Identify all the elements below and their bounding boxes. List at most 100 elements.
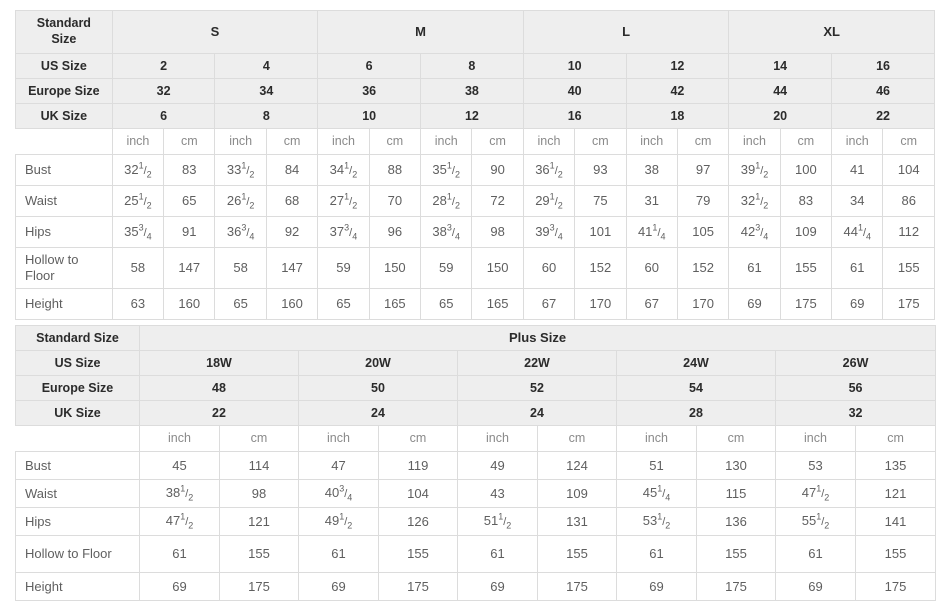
unit-inch-0: inch	[139, 425, 220, 452]
cell-europe-2: 52	[457, 375, 617, 401]
cell-europe-4: 56	[774, 375, 937, 401]
measure-cell-waist-10: 31	[625, 185, 678, 217]
size-group-l: L	[522, 10, 730, 54]
unit-cm-7: cm	[696, 425, 776, 452]
measure-cell-waist-6: 451/4	[616, 479, 697, 508]
measure-cell-bust-1: 114	[219, 451, 299, 480]
measure-cell-bust-15: 104	[882, 154, 935, 186]
measure-cell-hips-15: 112	[882, 216, 935, 248]
unit-inch-14: inch	[831, 128, 884, 155]
unit-inch-4: inch	[317, 128, 370, 155]
cell-uk-1: 24	[298, 400, 458, 426]
measure-cell-hips-9: 101	[574, 216, 627, 248]
cell-us-4: 26W	[774, 350, 937, 376]
measure-cell-bust-13: 100	[779, 154, 833, 186]
measure-cell-waist-11: 79	[676, 185, 730, 217]
unit-cm-3: cm	[265, 128, 319, 155]
measure-cell-hollow-to-floor-9: 155	[854, 535, 937, 573]
header-row-us: US Size 18W 20W 22W 24W 26W	[15, 350, 937, 376]
measure-cell-hollow-to-floor-8: 60	[522, 247, 576, 289]
measure-cell-hips-3: 92	[265, 216, 319, 248]
unit-cm-13: cm	[779, 128, 833, 155]
corner-label: Standard Size	[15, 10, 113, 54]
measure-cell-hips-5: 96	[368, 216, 422, 248]
measure-cell-bust-4: 341/2	[317, 154, 370, 186]
cell-europe-7: 46	[831, 78, 935, 104]
unit-inch-8: inch	[522, 128, 576, 155]
cell-us-2: 22W	[457, 350, 617, 376]
cell-uk-3: 28	[616, 400, 776, 426]
cell-us-0: 2	[111, 53, 216, 79]
cell-europe-2: 36	[317, 78, 422, 104]
measure-cell-hollow-to-floor-7: 155	[696, 535, 776, 573]
cell-uk-3: 12	[420, 103, 524, 129]
corner-label: Standard Size	[15, 325, 140, 351]
measure-cell-hips-0: 353/4	[111, 216, 165, 248]
table-row: Waist 381/2 98 403/4 104 43 109 451/4 115 471/2 12…	[15, 479, 937, 508]
measure-cell-bust-4: 49	[457, 451, 538, 480]
measure-cell-waist-1: 98	[219, 479, 299, 508]
measure-cell-bust-2: 331/2	[214, 154, 267, 186]
measure-cell-hips-10: 411/4	[625, 216, 678, 248]
unit-cm-9: cm	[854, 425, 937, 452]
measure-cell-waist-15: 86	[882, 185, 935, 217]
measure-cell-bust-6: 51	[616, 451, 697, 480]
cell-europe-3: 54	[616, 375, 776, 401]
measure-cell-height-11: 170	[676, 288, 730, 320]
measure-cell-height-8: 67	[522, 288, 576, 320]
table-row: Hips 353/4 91 363/4 92 373/4 96 383/4 98 393/4 101…	[15, 216, 935, 248]
measure-cell-hollow-to-floor-1: 155	[219, 535, 299, 573]
measure-cell-bust-8: 361/2	[522, 154, 576, 186]
unit-inch-4: inch	[457, 425, 538, 452]
size-chart-root: Standard Size S M L XL US Size 2 4 6 8 10 12 14 16 Euro…	[15, 10, 937, 601]
measure-cell-height-7: 165	[471, 288, 524, 320]
cell-europe-3: 38	[420, 78, 524, 104]
unit-inch-2: inch	[214, 128, 267, 155]
size-group-m: M	[317, 10, 524, 54]
measure-cell-hollow-to-floor-10: 60	[625, 247, 678, 289]
measure-cell-bust-9: 135	[854, 451, 937, 480]
measure-label-height: Height	[15, 288, 113, 320]
measure-cell-height-12: 69	[728, 288, 781, 320]
measure-cell-height-14: 69	[831, 288, 884, 320]
measure-cell-hips-5: 131	[537, 507, 617, 536]
measure-cell-hollow-to-floor-3: 155	[378, 535, 458, 573]
unit-row: inch cm inch cm inch cm inch cm inch cm	[15, 425, 937, 452]
cell-us-6: 14	[728, 53, 833, 79]
unit-inch-2: inch	[298, 425, 379, 452]
measure-cell-hollow-to-floor-15: 155	[882, 247, 935, 289]
measure-cell-waist-3: 104	[378, 479, 458, 508]
measure-cell-height-7: 175	[696, 572, 776, 601]
measure-cell-hollow-to-floor-2: 58	[214, 247, 267, 289]
measure-cell-height-13: 175	[779, 288, 833, 320]
measure-cell-waist-5: 109	[537, 479, 617, 508]
measure-cell-waist-4: 271/2	[317, 185, 370, 217]
measure-cell-bust-9: 93	[574, 154, 627, 186]
measure-cell-bust-10: 38	[625, 154, 678, 186]
measure-cell-bust-1: 83	[163, 154, 216, 186]
cell-uk-2: 24	[457, 400, 617, 426]
measure-cell-hollow-to-floor-8: 61	[775, 535, 856, 573]
measure-cell-hollow-to-floor-2: 61	[298, 535, 379, 573]
measure-cell-height-0: 63	[111, 288, 165, 320]
cell-uk-4: 32	[774, 400, 937, 426]
unit-inch-10: inch	[625, 128, 678, 155]
measure-cell-hollow-to-floor-5: 150	[368, 247, 422, 289]
measure-cell-height-2: 65	[214, 288, 267, 320]
measure-cell-height-6: 69	[616, 572, 697, 601]
measure-cell-hips-4: 373/4	[317, 216, 370, 248]
measure-cell-height-4: 65	[317, 288, 370, 320]
measure-cell-height-1: 160	[163, 288, 216, 320]
table-row: Height 63 160 65 160 65 165 65 165 67 170 67 170 69 17…	[15, 288, 935, 320]
measure-cell-bust-0: 45	[139, 451, 220, 480]
measure-cell-hollow-to-floor-11: 152	[676, 247, 730, 289]
measure-cell-height-5: 165	[368, 288, 422, 320]
measure-cell-hollow-to-floor-4: 59	[317, 247, 370, 289]
measure-cell-hollow-to-floor-13: 155	[779, 247, 833, 289]
unit-cm-5: cm	[537, 425, 617, 452]
measure-cell-height-4: 69	[457, 572, 538, 601]
measure-cell-waist-7: 115	[696, 479, 776, 508]
plus-size-table: Standard Size Plus Size US Size 18W 20W 22W 24…	[15, 325, 937, 601]
measure-label-bust: Bust	[15, 451, 140, 480]
measure-cell-height-6: 65	[420, 288, 473, 320]
